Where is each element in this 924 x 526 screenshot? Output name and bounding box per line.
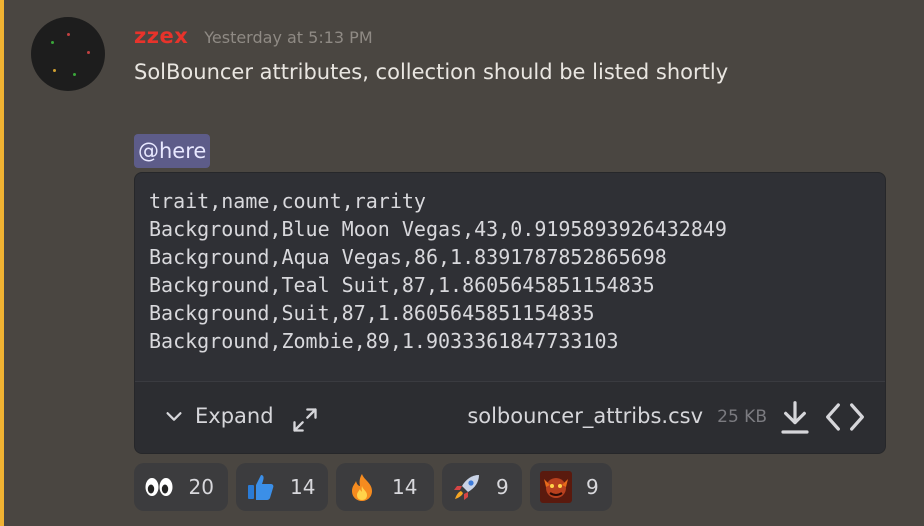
reaction-count: 9 (496, 475, 509, 499)
reaction-count: 14 (392, 475, 418, 499)
csv-line: Background,Aqua Vegas,86,1.8391787852865… (149, 245, 667, 269)
fire-emoji-icon (346, 471, 378, 503)
expand-label: Expand (195, 404, 274, 428)
reaction-custom[interactable]: 9 (530, 463, 612, 511)
here-mention[interactable]: @here (134, 134, 211, 168)
csv-line: Background,Zombie,89,1.9033361847733103 (149, 329, 619, 353)
chevron-down-icon (166, 412, 182, 421)
reaction-count: 20 (188, 475, 214, 499)
message-text: SolBouncer attributes, collection should… (134, 60, 729, 84)
csv-line: Background,Teal Suit,87,1.86056458511548… (149, 273, 655, 297)
avatar[interactable] (31, 17, 105, 91)
csv-line: Background,Suit,87,1.8605645851154835 (149, 301, 595, 325)
eyes-emoji-icon (144, 471, 175, 503)
expand-button[interactable]: Expand (163, 404, 274, 428)
reaction-eyes[interactable]: 20 (134, 463, 228, 511)
chat-message: zzex Yesterday at 5:13 PM SolBouncer att… (0, 0, 924, 526)
attachment-footer: Expand solbouncer_attribs.csv 25 KB (135, 381, 885, 453)
reactions-bar: 20 14 14 9 9 (134, 463, 612, 511)
code-icon[interactable] (825, 400, 865, 434)
rocket-emoji-icon (452, 471, 482, 503)
author-name[interactable]: zzex (134, 24, 188, 48)
message-timestamp[interactable]: Yesterday at 5:13 PM (204, 28, 372, 47)
csv-preview-text: trait,name,count,rarity Background,Blue … (149, 187, 727, 355)
attachment-filename[interactable]: solbouncer_attribs.csv (467, 404, 703, 428)
csv-line: Background,Blue Moon Vegas,43,0.91958939… (149, 217, 727, 241)
attachment-filesize: 25 KB (717, 407, 767, 427)
thumbs-up-emoji-icon (246, 471, 276, 503)
reaction-thumbs-up[interactable]: 14 (236, 463, 328, 511)
reaction-count: 14 (290, 475, 316, 499)
avatar-dot (67, 33, 70, 36)
reaction-rocket[interactable]: 9 (442, 463, 522, 511)
file-attachment-preview: trait,name,count,rarity Background,Blue … (134, 172, 886, 454)
avatar-dot (53, 69, 56, 72)
fullscreen-icon[interactable] (291, 406, 319, 434)
csv-line: trait,name,count,rarity (149, 189, 426, 213)
reaction-fire[interactable]: 14 (336, 463, 434, 511)
custom-emoji-icon (540, 471, 572, 503)
avatar-dot (73, 73, 76, 76)
mention-highlight-bar (0, 0, 4, 526)
reaction-count: 9 (586, 475, 599, 499)
avatar-dot (51, 41, 54, 44)
message-header: zzex Yesterday at 5:13 PM (134, 24, 373, 52)
download-icon[interactable] (779, 400, 811, 436)
avatar-dot (87, 51, 90, 54)
